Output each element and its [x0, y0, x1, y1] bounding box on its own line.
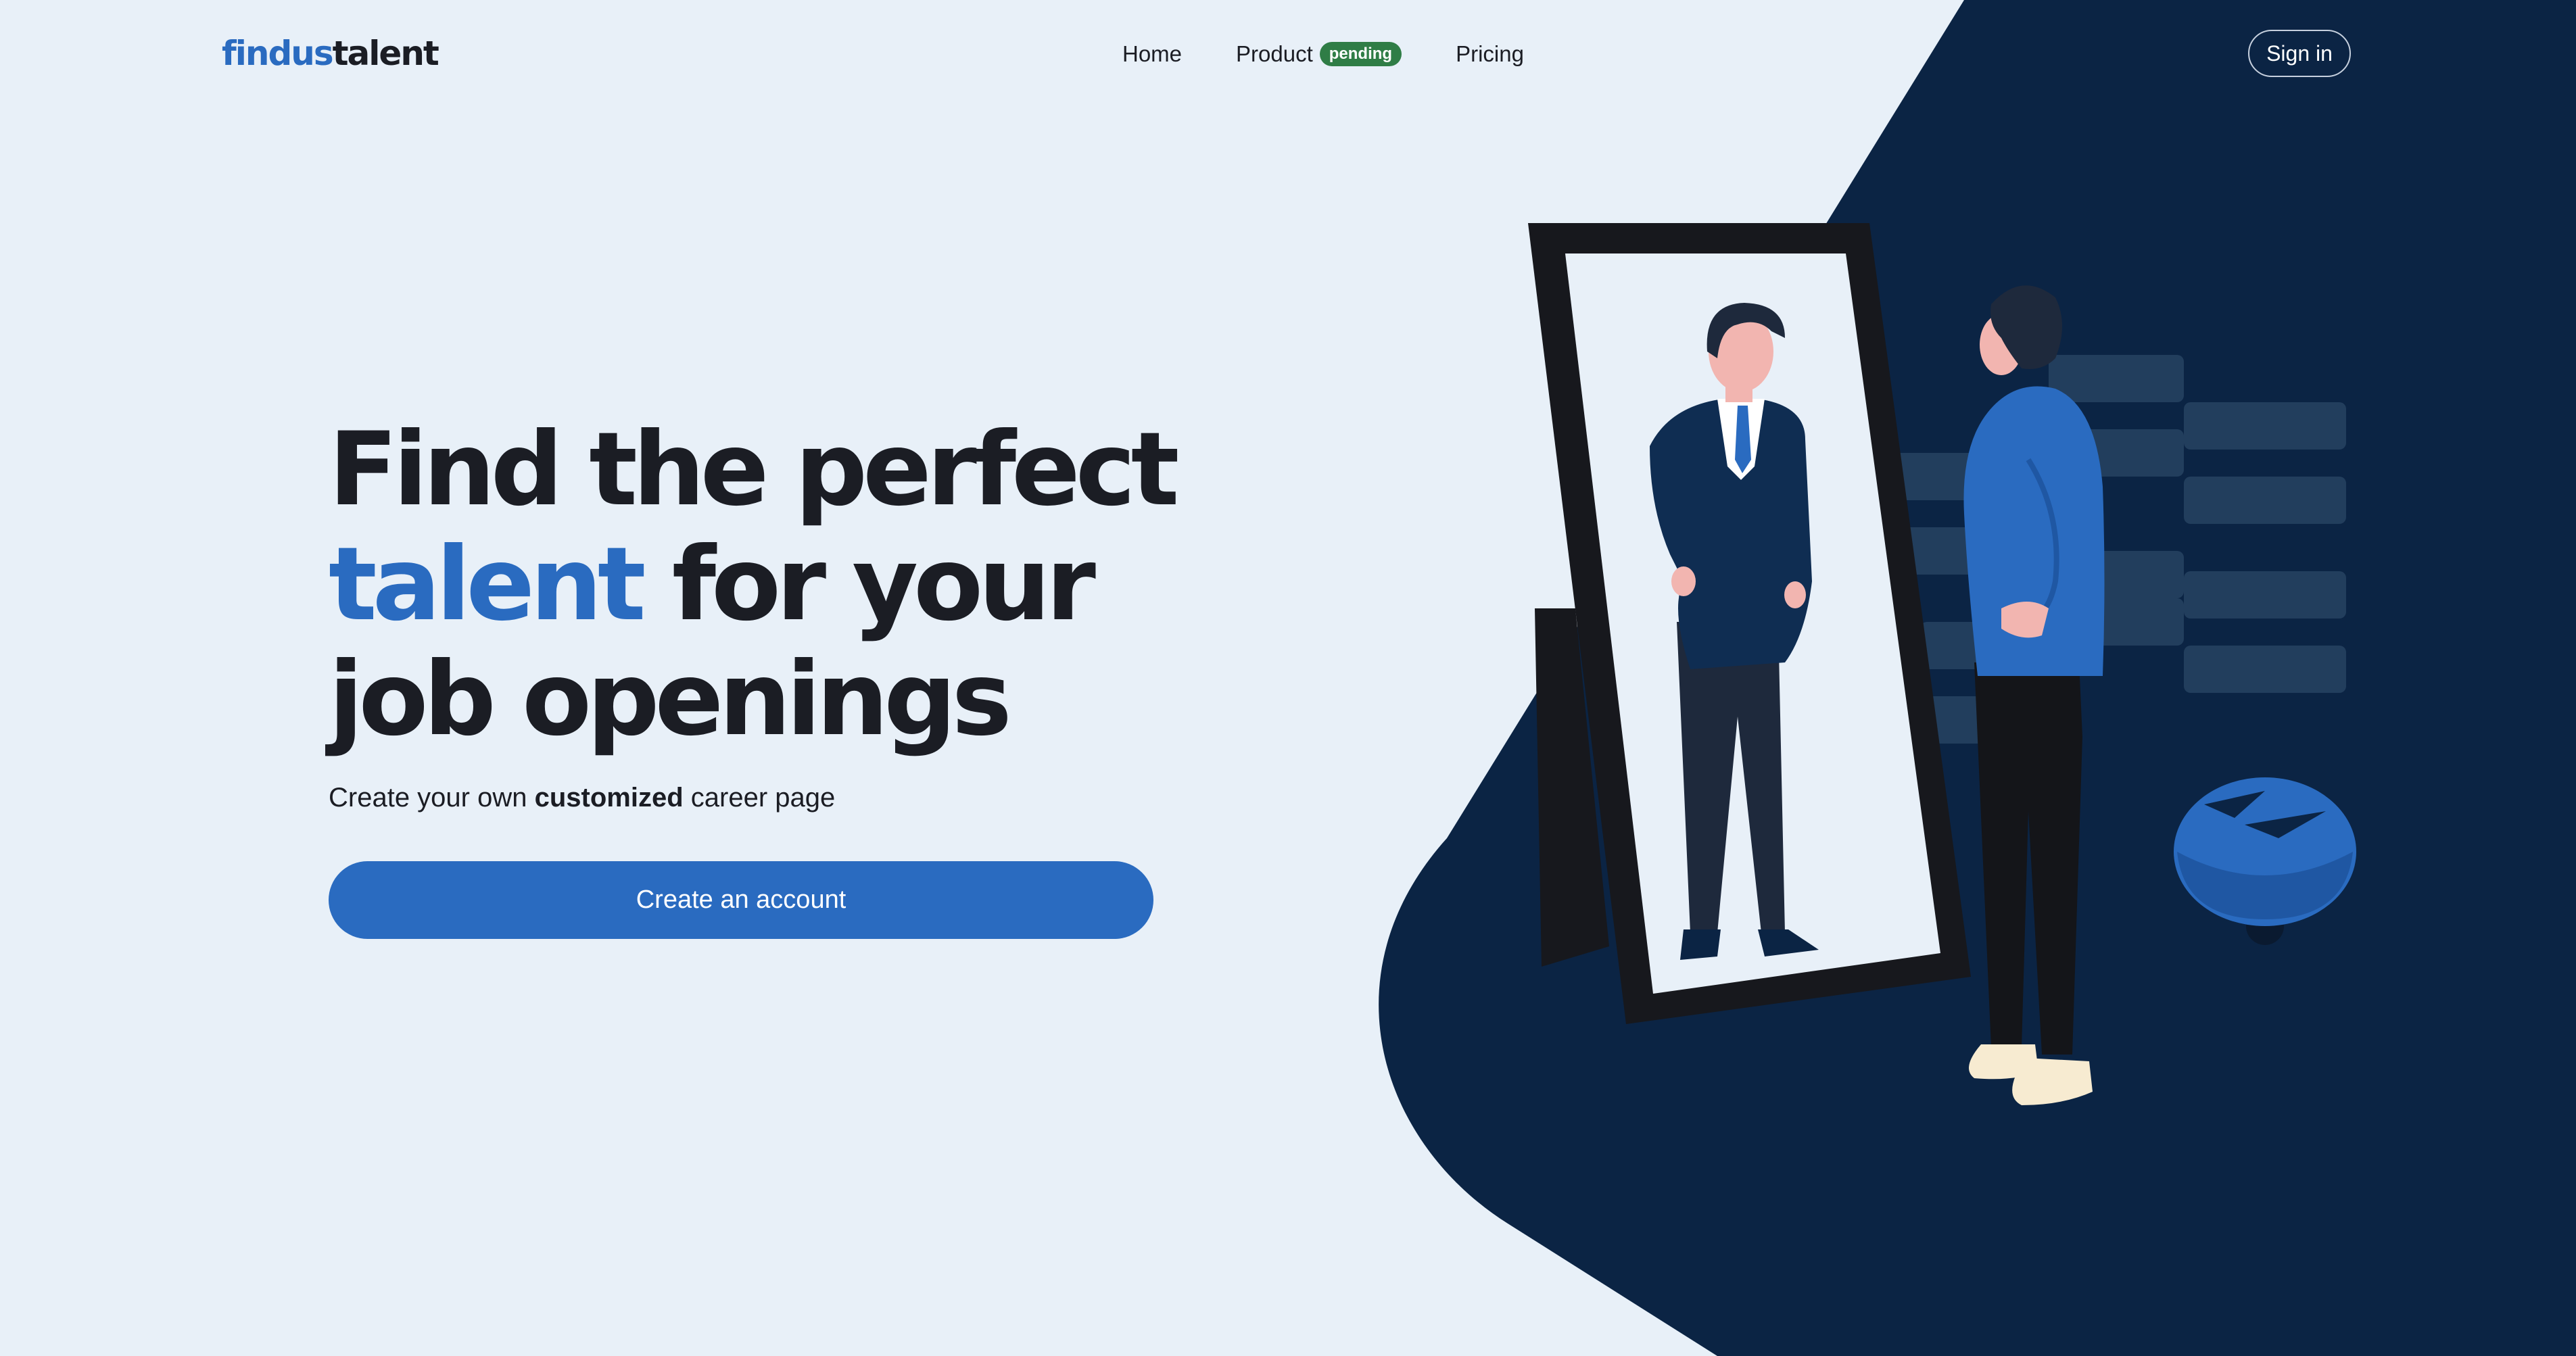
hero-title-line3: job openings: [329, 641, 1012, 758]
nav-pricing-link[interactable]: Pricing: [1456, 41, 1524, 67]
man-figure: [1963, 285, 2105, 1105]
wall-bricks: [1893, 355, 2346, 744]
sign-in-button[interactable]: Sign in: [2248, 30, 2351, 77]
hero-subtitle-bold: customized: [534, 783, 684, 813]
plant-icon: [2174, 777, 2356, 945]
hero-subtitle-post: career page: [683, 783, 836, 813]
top-navbar: findustalent Home Product pending Pricin…: [0, 0, 2576, 108]
logo-part-talent: talent: [332, 34, 439, 73]
nav-home-label: Home: [1122, 41, 1183, 66]
hero-title-line2: for your: [641, 526, 1096, 644]
nav-product-link[interactable]: Product pending: [1236, 41, 1402, 67]
logo[interactable]: findustalent: [222, 30, 439, 77]
pending-badge: pending: [1319, 42, 1402, 66]
hero-title-line1: Find the perfect: [329, 411, 1179, 529]
create-account-button[interactable]: Create an account: [329, 861, 1153, 939]
hero-title: Find the perfect talent for your job ope…: [329, 412, 1208, 757]
nav-home-link[interactable]: Home: [1122, 41, 1182, 67]
main-nav: Home Product pending Pricing: [1122, 35, 1524, 73]
logo-part-findus: findus: [222, 34, 334, 73]
hero-subtitle-pre: Create your own: [329, 783, 535, 813]
hero-title-accent: talent: [329, 526, 646, 644]
nav-pricing-label: Pricing: [1456, 41, 1524, 66]
hero-section: Find the perfect talent for your job ope…: [329, 412, 1208, 813]
man-looking-in-mirror-illustration: [1528, 223, 2356, 1105]
nav-product-label: Product: [1236, 41, 1313, 66]
hero-subtitle: Create your own customized career page: [329, 783, 1208, 813]
